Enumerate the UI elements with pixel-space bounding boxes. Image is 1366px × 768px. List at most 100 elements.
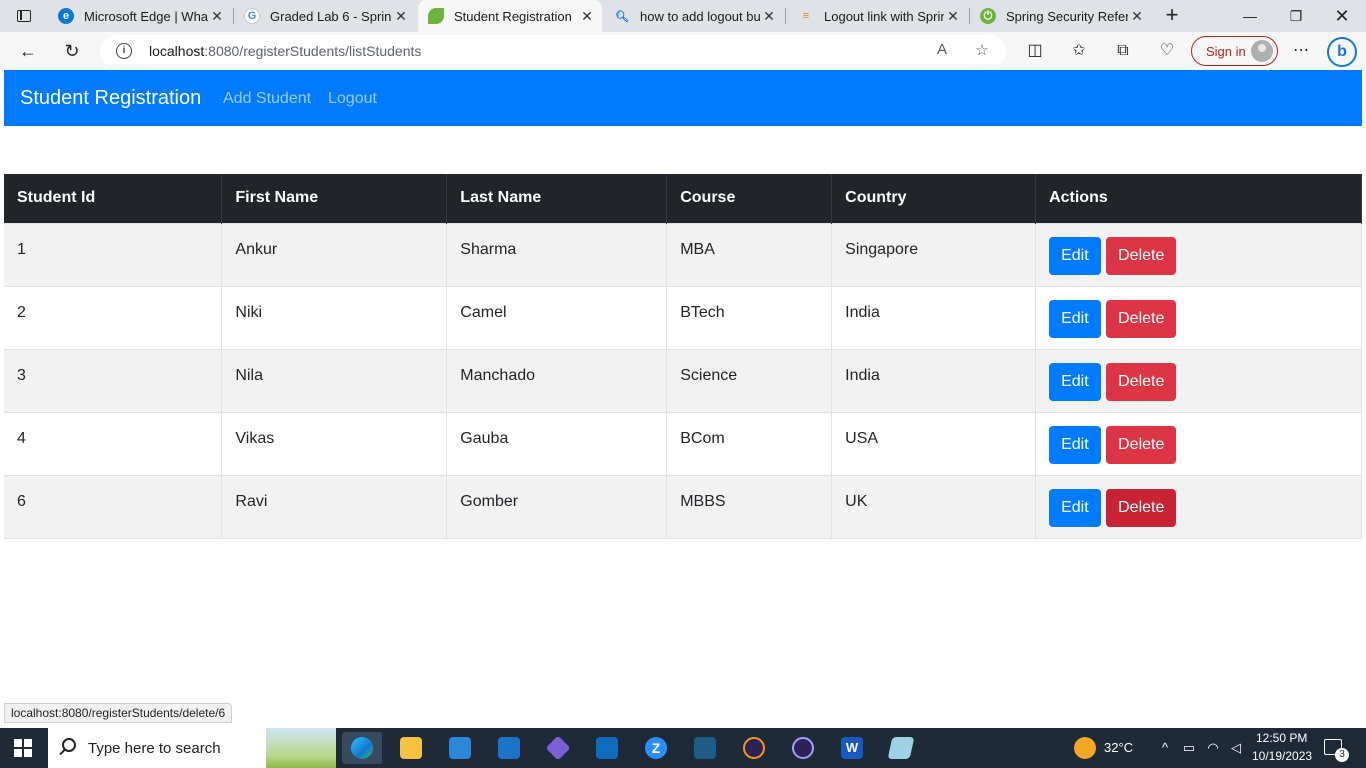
taskbar-app-word[interactable]: W [832,732,872,764]
edit-button[interactable]: Edit [1049,299,1101,338]
minimize-button[interactable]: — [1227,0,1273,32]
cell-course: BCom [666,411,833,475]
browser-essentials-icon[interactable]: ♡ [1156,40,1178,62]
delete-button[interactable]: Delete [1106,425,1177,464]
restore-button[interactable]: ❐ [1273,0,1319,32]
search-highlight-image [266,728,336,768]
taskbar-app-file-explorer[interactable] [391,732,431,764]
browser-tab[interactable]: e Microsoft Edge | What ✕ [48,0,232,32]
browser-tab-active[interactable]: Student Registration ✕ [418,0,602,32]
tab-title: Graded Lab 6 - Spring [270,8,392,24]
bing-copilot-icon[interactable]: b [1327,37,1357,67]
close-window-button[interactable]: ✕ [1319,0,1365,32]
cell-course: BTech [666,285,833,349]
show-hidden-icons-chevron-icon[interactable]: ^ [1157,740,1173,756]
close-tab-icon[interactable]: ✕ [944,8,962,25]
cell-last-name: Manchado [446,348,668,412]
wifi-icon[interactable]: ◠ [1205,740,1221,756]
delete-button[interactable]: Delete [1106,236,1177,275]
taskbar-app-eclipse[interactable] [734,732,774,764]
cell-last-name: Gauba [446,411,668,475]
cell-course: MBBS [666,474,833,539]
cell-student-id: 6 [4,474,223,539]
nav-link-add-student[interactable]: Add Student [223,90,311,108]
delete-button[interactable]: Delete [1106,299,1177,338]
taskbar-app-notepad[interactable] [881,732,921,764]
browser-tab[interactable]: ≡ Logout link with Spring ✕ [788,0,968,32]
tab-title: Logout link with Spring [824,8,944,24]
split-screen-icon[interactable]: ◫ [1024,40,1046,62]
site-info-icon[interactable]: i [116,43,132,59]
close-tab-icon[interactable]: ✕ [392,8,410,25]
link-status-bar: localhost:8080/registerStudents/delete/6 [4,703,233,723]
nav-link-logout[interactable]: Logout [328,90,377,108]
search-icon: 🔍︎ [615,10,629,23]
dashboard-icon [596,737,618,759]
mail-icon [498,737,520,759]
close-tab-icon[interactable]: ✕ [1128,8,1146,25]
delete-button[interactable]: Delete [1106,488,1177,527]
google-icon: G [244,8,260,24]
url-path: :8080/registerStudents/listStudents [204,43,422,59]
windows-start-icon[interactable] [14,739,32,757]
collections-icon[interactable]: ⧉ [1112,40,1134,62]
cell-first-name: Ravi [221,474,448,539]
edge-icon: e [58,8,74,24]
weather-icon[interactable] [1074,737,1096,759]
clock-time[interactable]: 12:50 PM [1256,731,1307,745]
mysql-workbench-icon [694,737,716,759]
taskbar-app-store[interactable] [440,732,480,764]
url-host: localhost [149,43,205,59]
address-bar[interactable]: i localhost:8080/registerStudents/listSt… [100,35,1006,67]
taskbar-app-mail[interactable] [489,732,529,764]
favorite-star-icon[interactable]: ☆ [972,41,992,61]
edit-button[interactable]: Edit [1049,488,1101,527]
edit-button[interactable]: Edit [1049,362,1101,401]
tab-actions-icon [17,10,31,22]
cell-first-name: Ankur [221,222,448,286]
navbar-brand[interactable]: Student Registration [20,87,201,110]
taskbar-app-edge[interactable] [342,732,382,764]
refresh-button[interactable]: ↻ [57,36,87,66]
close-tab-icon[interactable]: ✕ [208,8,226,25]
favorites-icon[interactable]: ✩ [1068,40,1090,62]
tab-separator [785,8,786,24]
table-row: 1 Ankur Sharma MBA Singapore Edit Delete [4,222,1362,286]
taskbar-app-eclipse-2[interactable] [783,732,823,764]
cell-actions: Edit Delete [1035,222,1362,286]
spring-leaf-icon [428,8,444,24]
taskbar-search-box[interactable]: Type here to search [48,728,336,768]
column-header: Course [666,174,833,223]
sign-in-button[interactable]: Sign in [1191,36,1278,66]
read-aloud-icon[interactable]: A [932,41,952,61]
taskbar-app-dashboard[interactable] [587,732,627,764]
url-text[interactable]: localhost:8080/registerStudents/listStud… [149,43,421,59]
browser-tab[interactable]: G Graded Lab 6 - Spring ✕ [234,0,416,32]
close-tab-icon[interactable]: ✕ [578,8,596,25]
browser-toolbar: ← ↻ i localhost:8080/registerStudents/li… [0,32,1366,70]
browser-tab[interactable]: 🔍︎ how to add logout but ✕ [604,0,784,32]
taskbar-app-visual-studio[interactable] [538,732,578,764]
profile-avatar-icon [1251,40,1273,62]
delete-button[interactable]: Delete [1106,362,1177,401]
tab-actions-button[interactable] [12,6,36,26]
clock-date[interactable]: 10/19/2023 [1252,749,1312,763]
spring-icon: ⏻ [980,8,996,24]
table-row: 6 Ravi Gomber MBBS UK Edit Delete [4,474,1362,539]
edit-button[interactable]: Edit [1049,425,1101,464]
column-header: Actions [1035,174,1362,223]
weather-temperature[interactable]: 32°C [1104,740,1133,755]
volume-icon[interactable]: ◁ [1228,740,1244,756]
browser-tab[interactable]: ⏻ Spring Security Refere ✕ [970,0,1152,32]
back-button[interactable]: ← [13,36,43,66]
navbar: Student Registration Add Student Logout [4,70,1362,126]
more-options-icon[interactable]: ⋯ [1290,40,1312,62]
taskbar-app-zoom[interactable]: Z [636,732,676,764]
edit-button[interactable]: Edit [1049,236,1101,275]
taskbar-app-mysql[interactable] [685,732,725,764]
new-tab-button[interactable]: + [1160,4,1184,28]
close-tab-icon[interactable]: ✕ [760,8,778,25]
column-header: Last Name [446,174,668,223]
table-header-row: Student Id First Name Last Name Course C… [4,174,1362,223]
battery-icon[interactable]: ▭ [1181,740,1197,756]
